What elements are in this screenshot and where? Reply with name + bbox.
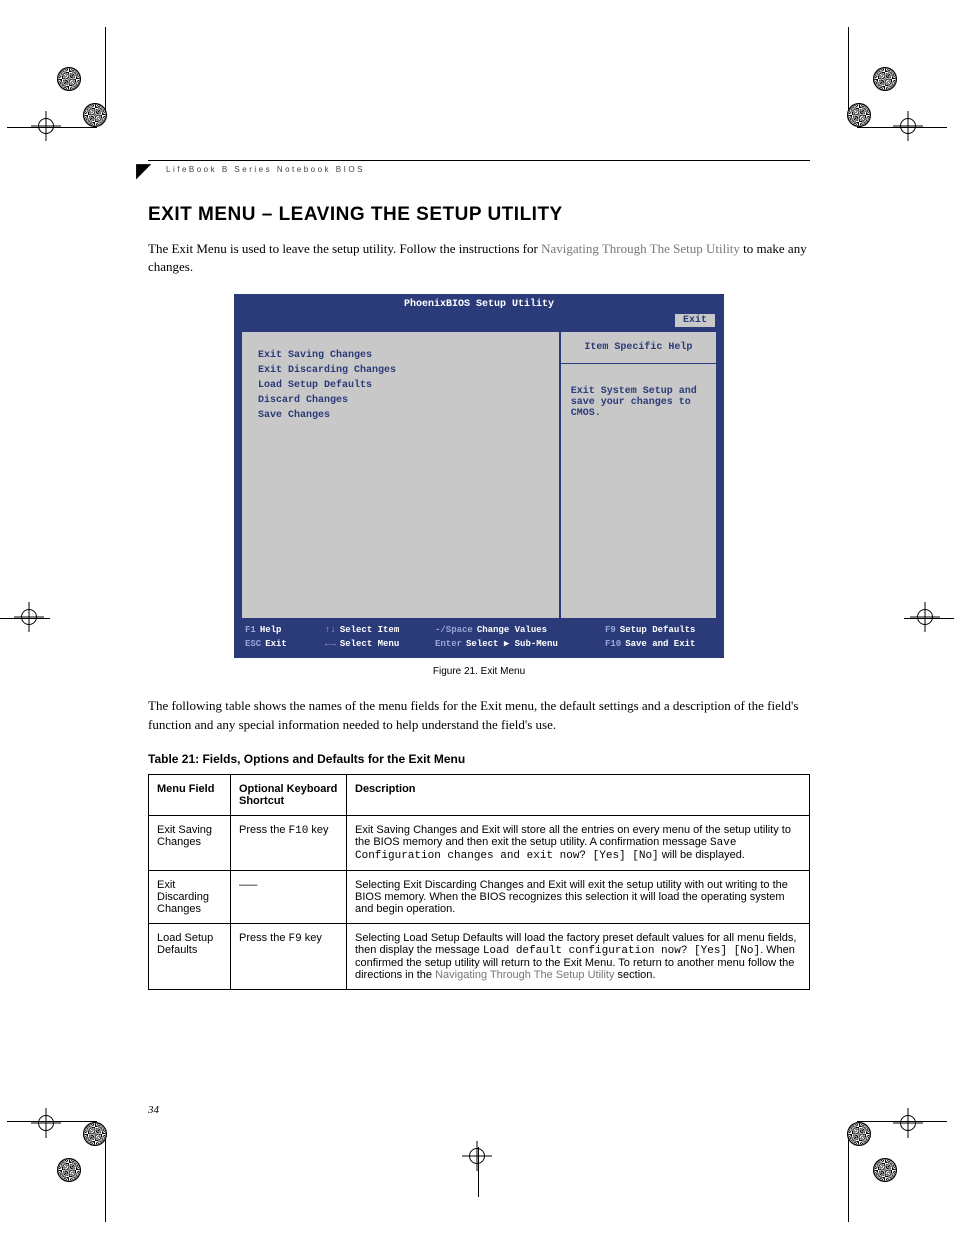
after-figure-paragraph: The following table shows the names of t…: [148, 697, 810, 733]
bios-help-body: Exit System Setup and save your changes …: [561, 364, 716, 441]
registration-mark-top-right: [837, 67, 927, 157]
figure-caption: Figure 21. Exit Menu: [148, 666, 810, 677]
cell-menu-field: Exit Discarding Changes: [149, 870, 231, 923]
shortcut-suffix: key: [302, 932, 322, 944]
header-arrow-icon: ◤: [136, 161, 151, 181]
cell-menu-field: Load Setup Defaults: [149, 923, 231, 989]
th-description: Description: [347, 774, 810, 815]
table-title: Table 21: Fields, Options and Defaults f…: [148, 752, 810, 766]
registration-mark-bottom-left: [27, 1092, 117, 1182]
bios-screenshot: PhoenixBIOS Setup Utility Exit Exit Savi…: [234, 294, 724, 658]
cell-menu-field: Exit Saving Changes: [149, 815, 231, 870]
shortcut-suffix: key: [308, 824, 328, 836]
bios-tab-bar: Exit: [235, 314, 723, 331]
th-shortcut: Optional Keyboard Shortcut: [231, 774, 347, 815]
shortcut-key: F9: [289, 933, 302, 945]
cell-shortcut: Press the F10 key: [231, 815, 347, 870]
intro-paragraph: The Exit Menu is used to leave the setup…: [148, 240, 810, 276]
desc-text: section.: [614, 969, 655, 981]
registration-mark-bottom-right: [837, 1092, 927, 1182]
bios-key-enter: Select ▶ Sub-Menu: [466, 639, 558, 649]
table-header-row: Menu Field Optional Keyboard Shortcut De…: [149, 774, 810, 815]
registration-mark-mid-left: [12, 590, 72, 646]
intro-text-1: The Exit Menu is used to leave the setup…: [148, 241, 541, 256]
desc-mono: Load default configuration now? [Yes] [N…: [483, 945, 760, 957]
header-rule: [148, 160, 810, 161]
bios-help-header: Item Specific Help: [561, 332, 716, 364]
bios-help-pane: Item Specific Help Exit System Setup and…: [560, 331, 717, 619]
section-heading: EXIT MENU – LEAVING THE SETUP UTILITY: [148, 204, 810, 226]
cell-description: Selecting Load Setup Defaults will load …: [347, 923, 810, 989]
running-header: LifeBook B Series Notebook BIOS: [166, 165, 810, 174]
registration-mark-mid-bottom: [450, 1139, 510, 1195]
bios-key-f1: Help: [260, 625, 282, 635]
table-row: Exit Saving Changes Press the F10 key Ex…: [149, 815, 810, 870]
exit-menu-table: Menu Field Optional Keyboard Shortcut De…: [148, 774, 810, 990]
desc-link[interactable]: Navigating Through The Setup Utility: [435, 969, 614, 981]
bios-item-discard-changes[interactable]: Discard Changes: [258, 395, 543, 406]
page-body: ◤ LifeBook B Series Notebook BIOS EXIT M…: [148, 160, 810, 990]
bios-key-leftright: Select Menu: [340, 639, 399, 649]
bios-item-load-defaults[interactable]: Load Setup Defaults: [258, 380, 543, 391]
cell-description: Selecting Exit Discarding Changes and Ex…: [347, 870, 810, 923]
bios-key-updown: Select Item: [340, 625, 399, 635]
registration-mark-mid-right: [882, 590, 942, 646]
bios-key-f9: Setup Defaults: [620, 625, 696, 635]
table-row: Exit Discarding Changes ––– Selecting Ex…: [149, 870, 810, 923]
intro-link[interactable]: Navigating Through The Setup Utility: [541, 241, 740, 256]
bios-menu-pane: Exit Saving Changes Exit Discarding Chan…: [241, 331, 560, 619]
bios-item-save-changes[interactable]: Save Changes: [258, 410, 543, 421]
registration-mark-top-left: [27, 67, 117, 157]
bios-key-esc: Exit: [265, 639, 287, 649]
cell-description: Exit Saving Changes and Exit will store …: [347, 815, 810, 870]
bios-key-space: Change Values: [477, 625, 547, 635]
table-row: Load Setup Defaults Press the F9 key Sel…: [149, 923, 810, 989]
bios-title: PhoenixBIOS Setup Utility: [235, 295, 723, 314]
desc-text: will be displayed.: [659, 849, 745, 861]
bios-key-f10: Save and Exit: [625, 639, 695, 649]
shortcut-prefix: Press the: [239, 824, 289, 836]
bios-tab-exit[interactable]: Exit: [675, 314, 715, 327]
cell-shortcut: –––: [231, 870, 347, 923]
th-menu-field: Menu Field: [149, 774, 231, 815]
shortcut-key: F10: [289, 825, 309, 837]
bios-footer: F1Help ESCExit ↑↓Select Item ←→Select Me…: [235, 619, 723, 657]
bios-item-exit-saving[interactable]: Exit Saving Changes: [258, 350, 543, 361]
cell-shortcut: Press the F9 key: [231, 923, 347, 989]
shortcut-prefix: Press the: [239, 932, 289, 944]
page-number: 34: [148, 1104, 159, 1116]
bios-item-exit-discarding[interactable]: Exit Discarding Changes: [258, 365, 543, 376]
